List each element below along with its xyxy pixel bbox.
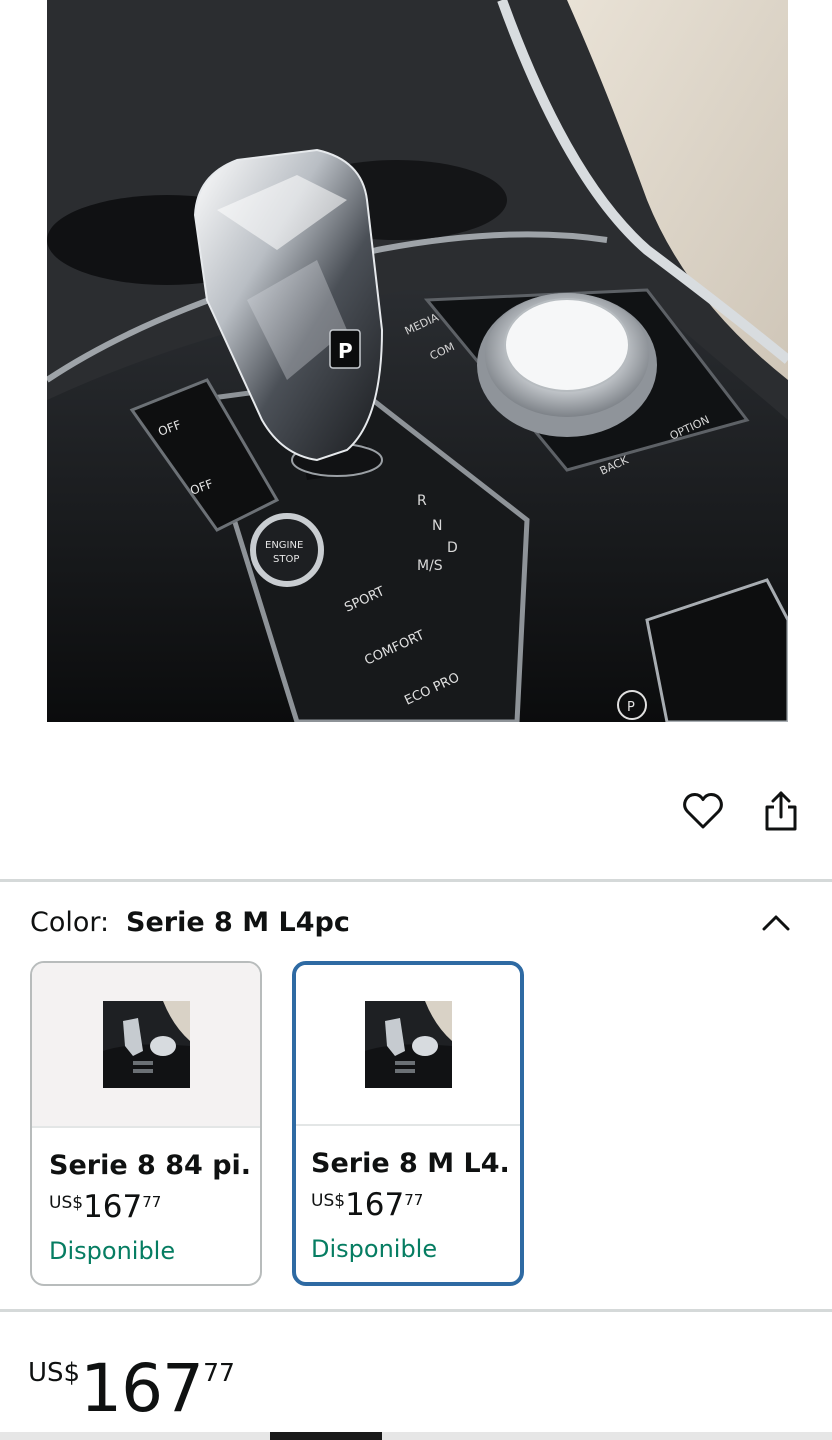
- variant-price: US$16777: [49, 1189, 161, 1225]
- price-whole: 167: [80, 1350, 204, 1427]
- color-label: Color:: [30, 907, 110, 938]
- variant-title: Serie 8 M L4...: [311, 1148, 511, 1179]
- variant-price-fraction: 77: [404, 1191, 424, 1209]
- svg-text:P: P: [338, 339, 353, 363]
- variant-title: Serie 8 84 pi...: [49, 1150, 249, 1181]
- variant-option-card-selected[interactable]: Serie 8 M L4... US$16777 Disponible: [292, 961, 524, 1286]
- section-divider: [0, 879, 832, 882]
- chevron-up-icon[interactable]: [758, 905, 794, 941]
- product-price: US$16777: [28, 1350, 235, 1427]
- variant-thumbnail: [102, 1001, 190, 1088]
- svg-text:R: R: [417, 493, 427, 509]
- gear-console-illustration: OFF OFF ENGINE STOP SPORT COMFORT ECO PR…: [47, 0, 788, 722]
- variant-price-currency: US$: [311, 1191, 346, 1211]
- variant-price: US$16777: [311, 1187, 423, 1223]
- svg-text:N: N: [432, 518, 442, 534]
- variant-availability: Disponible: [49, 1237, 176, 1265]
- variant-price-fraction: 77: [142, 1193, 162, 1211]
- heart-icon[interactable]: [678, 786, 728, 836]
- price-currency: US$: [28, 1358, 81, 1388]
- product-actions: [0, 786, 832, 836]
- product-image[interactable]: OFF OFF ENGINE STOP SPORT COMFORT ECO PR…: [47, 0, 788, 722]
- svg-text:ENGINE: ENGINE: [265, 540, 303, 551]
- variant-thumbnail-area: [32, 963, 260, 1128]
- color-selector-header[interactable]: Color: Serie 8 M L4pc: [30, 907, 802, 947]
- variant-thumbnail-area: [296, 965, 520, 1126]
- variant-thumbnail: [364, 1001, 452, 1088]
- variant-price-whole: 167: [83, 1189, 143, 1225]
- bottom-scroll-track: [0, 1432, 832, 1440]
- variant-price-whole: 167: [345, 1187, 405, 1223]
- svg-text:P: P: [627, 700, 635, 715]
- share-icon[interactable]: [756, 786, 806, 836]
- price-fraction: 77: [203, 1358, 235, 1387]
- svg-text:M/S: M/S: [417, 558, 443, 574]
- variant-price-currency: US$: [49, 1193, 84, 1213]
- variant-option-card[interactable]: Serie 8 84 pi... US$16777 Disponible: [30, 961, 262, 1286]
- svg-text:D: D: [447, 540, 458, 556]
- svg-text:STOP: STOP: [273, 554, 299, 565]
- color-selected-value: Serie 8 M L4pc: [126, 907, 350, 938]
- scroll-indicator: [270, 1432, 382, 1440]
- section-divider: [0, 1309, 832, 1312]
- variant-availability: Disponible: [311, 1235, 438, 1263]
